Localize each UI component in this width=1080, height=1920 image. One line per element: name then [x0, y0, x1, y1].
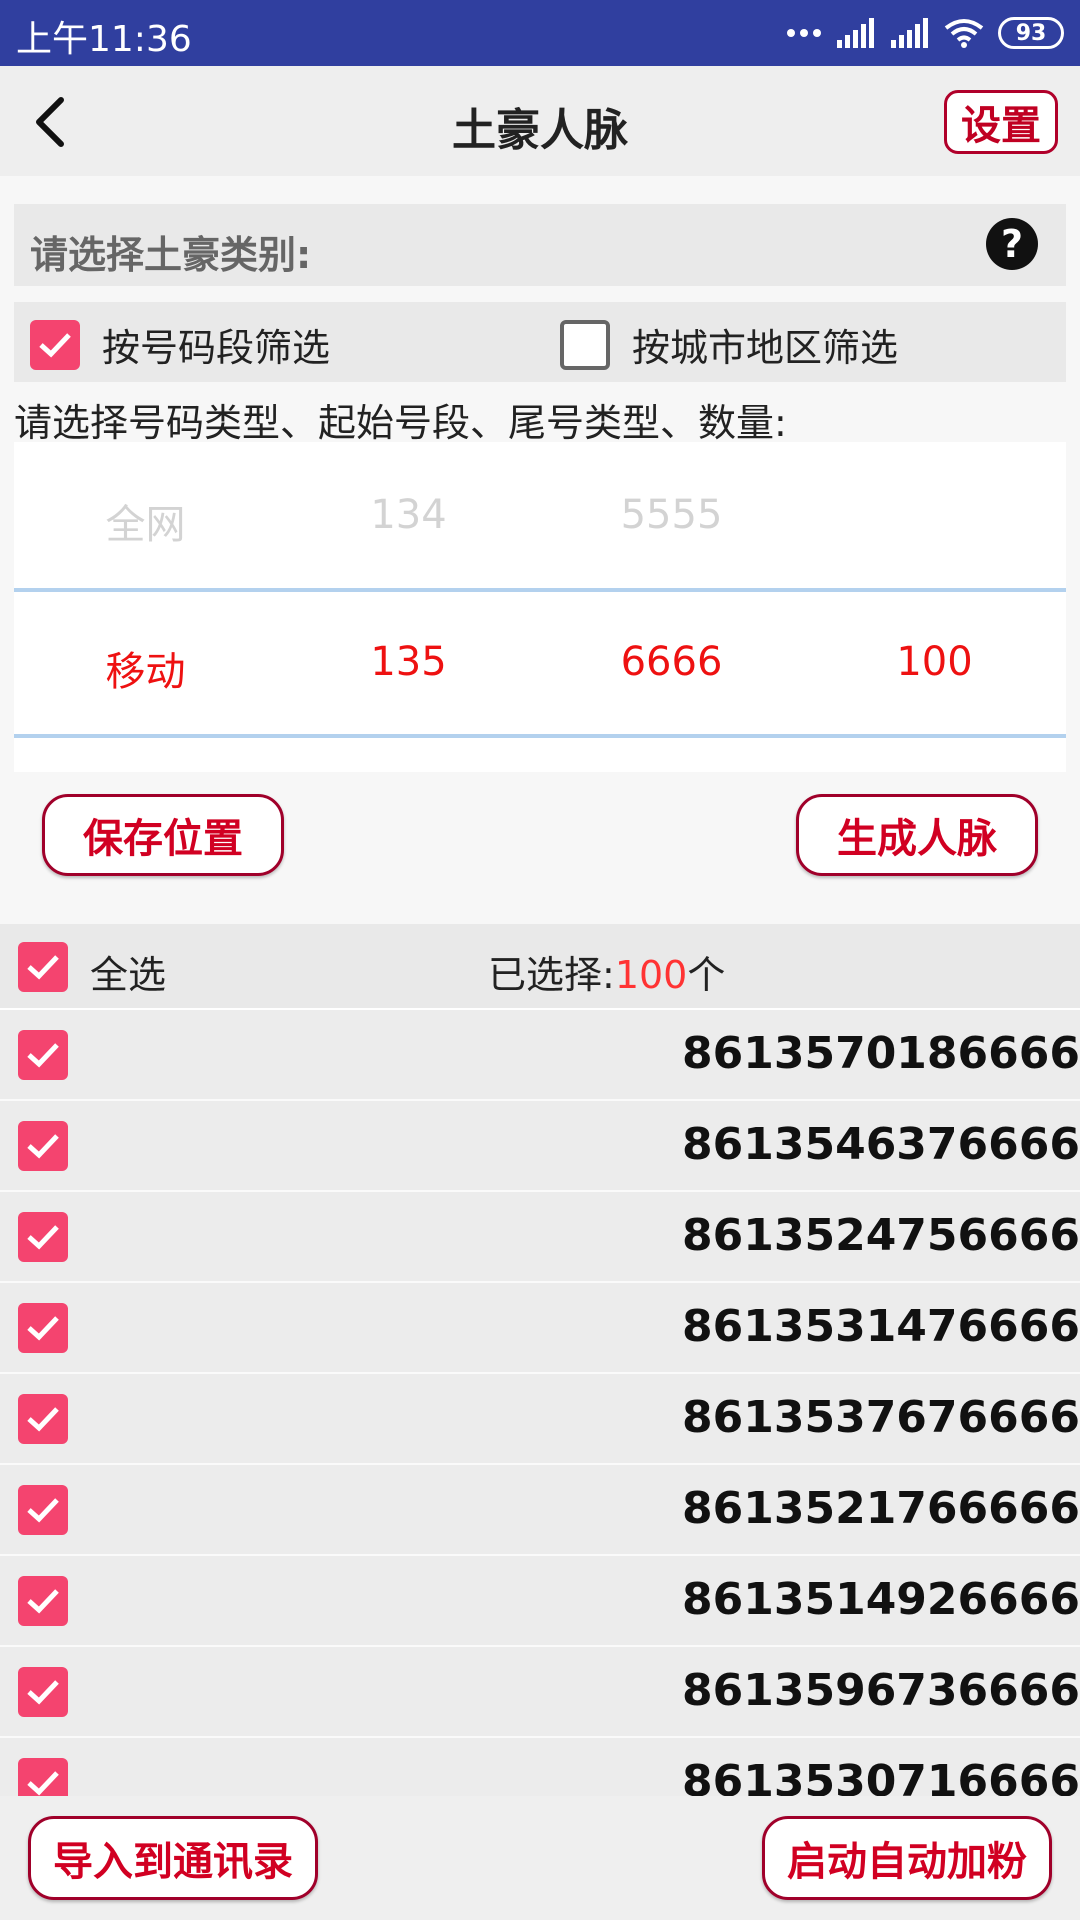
status-bar: 上午11:36 93 [0, 0, 1080, 66]
select-all-row: 全选 已选择:100个 [0, 924, 1080, 1010]
list-item[interactable]: 8613546376666 [0, 1101, 1080, 1192]
list-item[interactable]: 8613537676666 [0, 1374, 1080, 1465]
picker-prefix[interactable]: 135 [277, 639, 540, 685]
phone-number: 8613570186666 [682, 1028, 1080, 1079]
filter-by-number-segment[interactable]: 按号码段筛选 [30, 317, 330, 372]
select-all-label: 全选 [90, 953, 167, 997]
import-to-contacts-button[interactable]: 导入到通讯录 [28, 1816, 318, 1900]
status-icons: 93 [786, 12, 1064, 54]
start-auto-add-button[interactable]: 启动自动加粉 [762, 1816, 1052, 1900]
status-time: 上午11:36 [16, 19, 192, 60]
signal-icon-2 [891, 18, 928, 48]
picker-carrier[interactable]: 全网 [14, 492, 277, 550]
phone-number: 8613546376666 [682, 1119, 1080, 1170]
row-checkbox[interactable] [18, 1121, 68, 1171]
wifi-icon [944, 19, 984, 48]
save-position-button[interactable]: 保存位置 [42, 794, 284, 876]
settings-button[interactable]: 设置 [944, 90, 1058, 154]
filter-options: 按号码段筛选 按城市地区筛选 [14, 302, 1066, 382]
filter-label: 按号码段筛选 [102, 326, 331, 370]
checkbox-checked-icon[interactable] [30, 319, 80, 370]
more-dots-icon [787, 29, 821, 37]
picker-tail[interactable]: 6666 [540, 639, 803, 685]
row-checkbox[interactable] [18, 1030, 68, 1080]
list-item[interactable]: 8613530716666 [0, 1738, 1080, 1796]
picker-tail[interactable]: 5555 [540, 492, 803, 538]
list-item[interactable]: 8613524756666 [0, 1192, 1080, 1283]
filter-label: 按城市地区筛选 [632, 326, 899, 370]
row-checkbox[interactable] [18, 1394, 68, 1444]
picker-divider [14, 588, 1066, 592]
select-all-checkbox[interactable] [18, 942, 68, 992]
phone-number: 8613531476666 [682, 1301, 1080, 1352]
row-checkbox[interactable] [18, 1212, 68, 1262]
picker-row-selected[interactable]: 移动 135 6666 100 [14, 639, 1066, 709]
list-item[interactable]: 8613570186666 [0, 1010, 1080, 1101]
selected-count: 100 [614, 953, 688, 997]
battery-icon: 93 [998, 17, 1064, 49]
category-label: 请选择土豪类别: [30, 233, 312, 277]
selected-prefix: 已选择: [488, 953, 615, 997]
help-icon[interactable]: ? [986, 218, 1038, 270]
row-checkbox[interactable] [18, 1667, 68, 1717]
category-selector[interactable]: 请选择土豪类别: ? [14, 204, 1066, 286]
number-picker[interactable]: 全网 134 5555 移动 135 6666 100 [14, 442, 1066, 772]
phone-number: 8613596736666 [682, 1665, 1080, 1716]
phone-number: 8613530716666 [682, 1756, 1080, 1796]
picker-row-previous[interactable]: 全网 134 5555 [14, 492, 1066, 562]
picker-count[interactable]: 100 [803, 639, 1066, 685]
generate-contacts-button[interactable]: 生成人脉 [796, 794, 1038, 876]
list-item[interactable]: 8613596736666 [0, 1647, 1080, 1738]
list-item[interactable]: 8613521766666 [0, 1465, 1080, 1556]
row-checkbox[interactable] [18, 1485, 68, 1535]
picker-carrier[interactable]: 移动 [14, 639, 277, 697]
phone-number: 8613521766666 [682, 1483, 1080, 1534]
row-checkbox[interactable] [18, 1303, 68, 1353]
filter-by-city-region[interactable]: 按城市地区筛选 [560, 317, 898, 372]
page-title: 土豪人脉 [452, 105, 628, 156]
checkbox-unchecked-icon[interactable] [560, 319, 610, 370]
picker-instruction: 请选择号码类型、起始号段、尾号类型、数量: [14, 401, 787, 445]
phone-number: 8613524756666 [682, 1210, 1080, 1261]
row-checkbox[interactable] [18, 1576, 68, 1626]
phone-list: 全选 已选择:100个 8613570186666 8613546376666 … [0, 924, 1080, 1796]
phone-number: 8613514926666 [682, 1574, 1080, 1625]
list-item[interactable]: 8613531476666 [0, 1283, 1080, 1374]
picker-divider [14, 734, 1066, 738]
phone-number: 8613537676666 [682, 1392, 1080, 1443]
signal-icon [837, 18, 874, 48]
row-checkbox[interactable] [18, 1758, 68, 1796]
app-bar: 土豪人脉 设置 [0, 66, 1080, 176]
picker-prefix[interactable]: 134 [277, 492, 540, 538]
selected-count-text: 已选择:100个 [488, 944, 725, 999]
battery-level: 93 [1015, 20, 1047, 46]
list-item[interactable]: 8613514926666 [0, 1556, 1080, 1647]
selected-suffix: 个 [687, 953, 726, 997]
